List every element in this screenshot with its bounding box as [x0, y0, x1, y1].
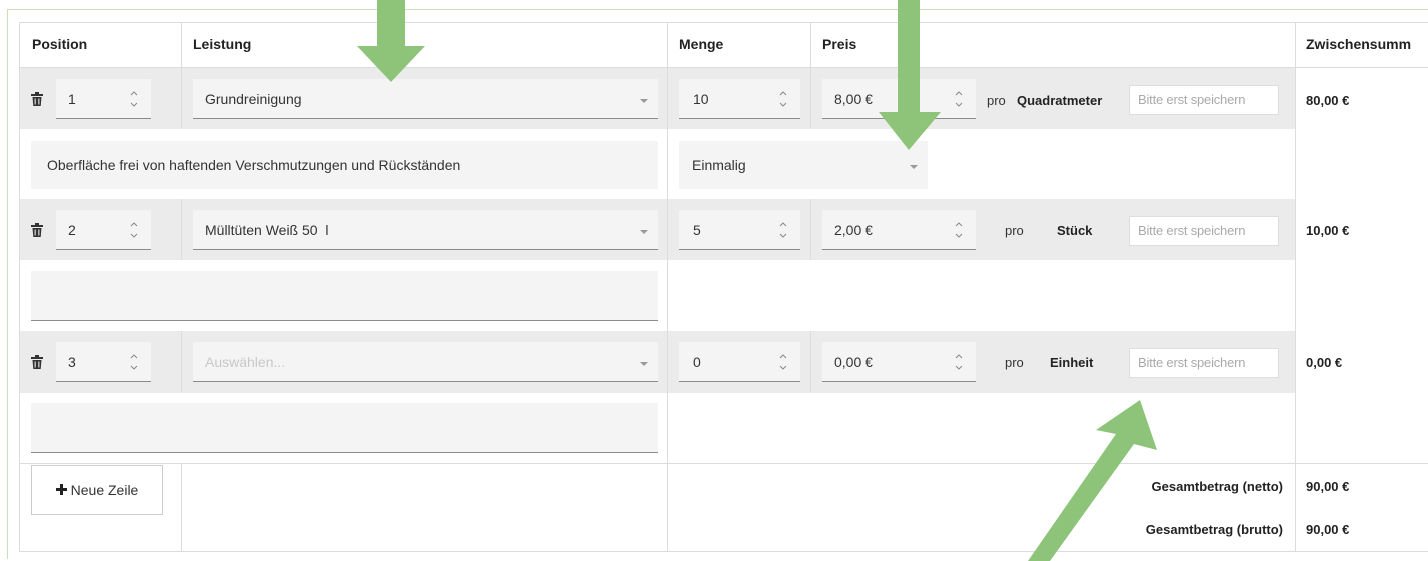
- spinner-arrows-icon[interactable]: [129, 351, 139, 373]
- position-stepper[interactable]: 1: [56, 79, 151, 119]
- column-header-zwischensumme: Zwischensumm: [1306, 36, 1412, 52]
- add-row-label: Neue Zeile: [70, 482, 139, 498]
- grid-line: [1295, 22, 1296, 552]
- trash-icon[interactable]: [31, 223, 43, 240]
- column-header-preis: Preis: [822, 36, 857, 52]
- service-value: Mülltüten Weiß 50 l: [205, 221, 329, 238]
- spinner-arrows-icon[interactable]: [129, 88, 139, 110]
- position-value: 1: [68, 90, 76, 107]
- quantity-stepper[interactable]: 5: [679, 210, 800, 250]
- chevron-down-icon: [640, 91, 648, 107]
- chevron-down-icon: [640, 222, 648, 238]
- column-header-menge: Menge: [679, 36, 724, 52]
- grid-line: [19, 551, 1428, 552]
- chevron-down-icon: [910, 157, 918, 173]
- save-hint-field[interactable]: Bitte erst speichern: [1129, 85, 1279, 115]
- trash-icon[interactable]: [31, 355, 43, 372]
- subtotal-value: 0,00 €: [1306, 355, 1343, 370]
- plus-icon: [55, 482, 67, 498]
- service-value: Grundreinigung: [205, 90, 302, 107]
- description-input[interactable]: [31, 403, 658, 453]
- annotation-arrow-down-frequency: [879, 0, 941, 150]
- quantity-value: 5: [693, 221, 701, 238]
- price-value: 8,00 €: [834, 90, 873, 107]
- spinner-arrows-icon[interactable]: [954, 88, 964, 110]
- description-value: Oberfläche frei von haftenden Verschmutz…: [47, 157, 461, 173]
- quantity-stepper[interactable]: 10: [679, 79, 800, 119]
- trash-icon[interactable]: [31, 92, 43, 109]
- grid-line: [810, 199, 811, 260]
- column-header-position: Position: [32, 36, 88, 52]
- column-header-leistung: Leistung: [193, 36, 252, 52]
- annotation-arrow-down-service: [357, 0, 425, 82]
- spinner-arrows-icon[interactable]: [954, 351, 964, 373]
- grid-line: [19, 463, 1428, 464]
- unit-label: Einheit: [1050, 355, 1094, 370]
- gross-total-label: Gesamtbetrag (brutto): [1145, 522, 1283, 537]
- spinner-arrows-icon[interactable]: [778, 88, 788, 110]
- per-label: pro: [1005, 355, 1024, 370]
- quantity-stepper[interactable]: 0: [679, 342, 800, 382]
- grid-line: [19, 22, 20, 552]
- grid-line: [181, 22, 182, 128]
- service-select[interactable]: Mülltüten Weiß 50 l: [193, 210, 658, 250]
- price-stepper[interactable]: 2,00 €: [822, 210, 976, 250]
- grid-line: [181, 199, 182, 260]
- gross-total-value: 90,00 €: [1306, 522, 1350, 537]
- price-stepper[interactable]: 0,00 €: [822, 342, 976, 382]
- subtotal-value: 10,00 €: [1306, 223, 1350, 238]
- price-value: 2,00 €: [834, 221, 873, 238]
- grid-line: [181, 331, 182, 392]
- description-input[interactable]: [31, 271, 658, 321]
- spinner-arrows-icon[interactable]: [129, 219, 139, 241]
- net-total-value: 90,00 €: [1306, 479, 1350, 494]
- description-input[interactable]: Oberfläche frei von haftenden Verschmutz…: [31, 141, 658, 189]
- annotation-arrow-up-save-hint: [1028, 400, 1157, 561]
- spinner-arrows-icon[interactable]: [954, 219, 964, 241]
- frequency-value: Einmalig: [692, 157, 746, 173]
- service-placeholder: Auswählen...: [205, 353, 286, 370]
- unit-label: Quadratmeter: [1017, 93, 1103, 108]
- service-select[interactable]: Auswählen...: [193, 342, 658, 382]
- position-value: 2: [68, 221, 76, 238]
- grid-line: [181, 463, 182, 552]
- per-label: pro: [1005, 223, 1024, 238]
- chevron-down-icon: [640, 354, 648, 370]
- position-value: 3: [68, 353, 76, 370]
- quantity-value: 0: [693, 353, 701, 370]
- grid-line: [810, 22, 811, 128]
- subtotal-value: 80,00 €: [1306, 93, 1350, 108]
- save-hint-field[interactable]: Bitte erst speichern: [1129, 348, 1279, 378]
- quantity-value: 10: [693, 90, 709, 107]
- save-hint-field[interactable]: Bitte erst speichern: [1129, 216, 1279, 246]
- position-stepper[interactable]: 2: [56, 210, 151, 250]
- net-total-label: Gesamtbetrag (netto): [1151, 479, 1283, 494]
- grid-line: [667, 22, 668, 552]
- spinner-arrows-icon[interactable]: [778, 351, 788, 373]
- per-label: pro: [987, 93, 1006, 108]
- grid-line: [19, 22, 1428, 23]
- unit-label: Stück: [1057, 223, 1093, 238]
- grid-line: [19, 67, 1428, 68]
- grid-line: [810, 331, 811, 392]
- service-select[interactable]: Grundreinigung: [193, 79, 658, 119]
- spinner-arrows-icon[interactable]: [778, 219, 788, 241]
- add-row-button[interactable]: Neue Zeile: [31, 465, 163, 515]
- price-value: 0,00 €: [834, 353, 873, 370]
- position-stepper[interactable]: 3: [56, 342, 151, 382]
